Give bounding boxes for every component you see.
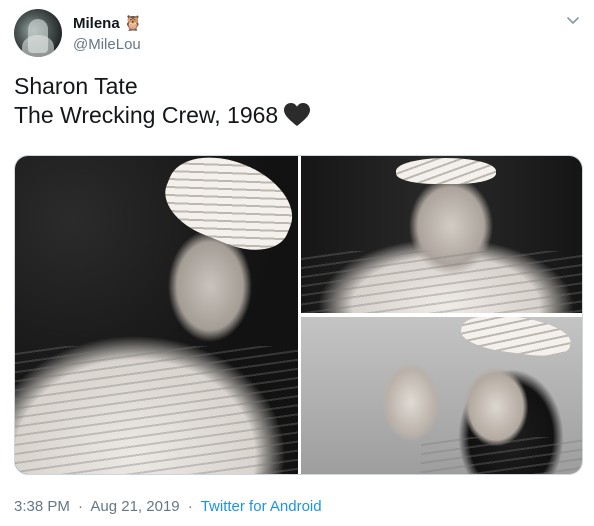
chevron-down-icon[interactable] bbox=[567, 17, 579, 25]
striped-top-pattern bbox=[301, 251, 582, 313]
tweet-image-3[interactable] bbox=[301, 317, 582, 474]
separator: · bbox=[78, 498, 84, 515]
striped-top-pattern bbox=[421, 437, 582, 474]
separator: · bbox=[187, 498, 193, 515]
striped-hat bbox=[396, 158, 496, 184]
media-grid bbox=[14, 155, 583, 475]
striped-hat bbox=[154, 156, 298, 264]
tweet-image-2[interactable] bbox=[301, 156, 582, 313]
striped-hat bbox=[459, 317, 573, 361]
tweet-time[interactable]: 3:38 PM bbox=[14, 498, 70, 515]
striped-top-pattern bbox=[15, 346, 298, 474]
display-name[interactable]: Milena bbox=[73, 15, 120, 32]
tweet-meta: 3:38 PM · Aug 21, 2019 · Twitter for And… bbox=[14, 498, 322, 515]
avatar-figure bbox=[22, 35, 54, 57]
avatar[interactable] bbox=[14, 9, 62, 57]
tweet-image-1[interactable] bbox=[15, 156, 298, 474]
owl-emoji-icon: 🦉 bbox=[123, 15, 143, 32]
tweet-text-line-1: Sharon Tate bbox=[14, 73, 138, 99]
author-name-row[interactable]: Milena 🦉 bbox=[73, 15, 142, 32]
user-handle[interactable]: @MileLou bbox=[73, 36, 141, 53]
tweet-text: Sharon Tate The Wrecking Crew, 1968 bbox=[14, 72, 311, 130]
tweet-text-line-2: The Wrecking Crew, 1968 bbox=[14, 101, 311, 130]
black-heart-icon bbox=[284, 103, 311, 126]
tweet-text-line-2-text: The Wrecking Crew, 1968 bbox=[14, 102, 279, 128]
tweet-date[interactable]: Aug 21, 2019 bbox=[90, 498, 179, 515]
tweet-source-link[interactable]: Twitter for Android bbox=[201, 498, 322, 515]
